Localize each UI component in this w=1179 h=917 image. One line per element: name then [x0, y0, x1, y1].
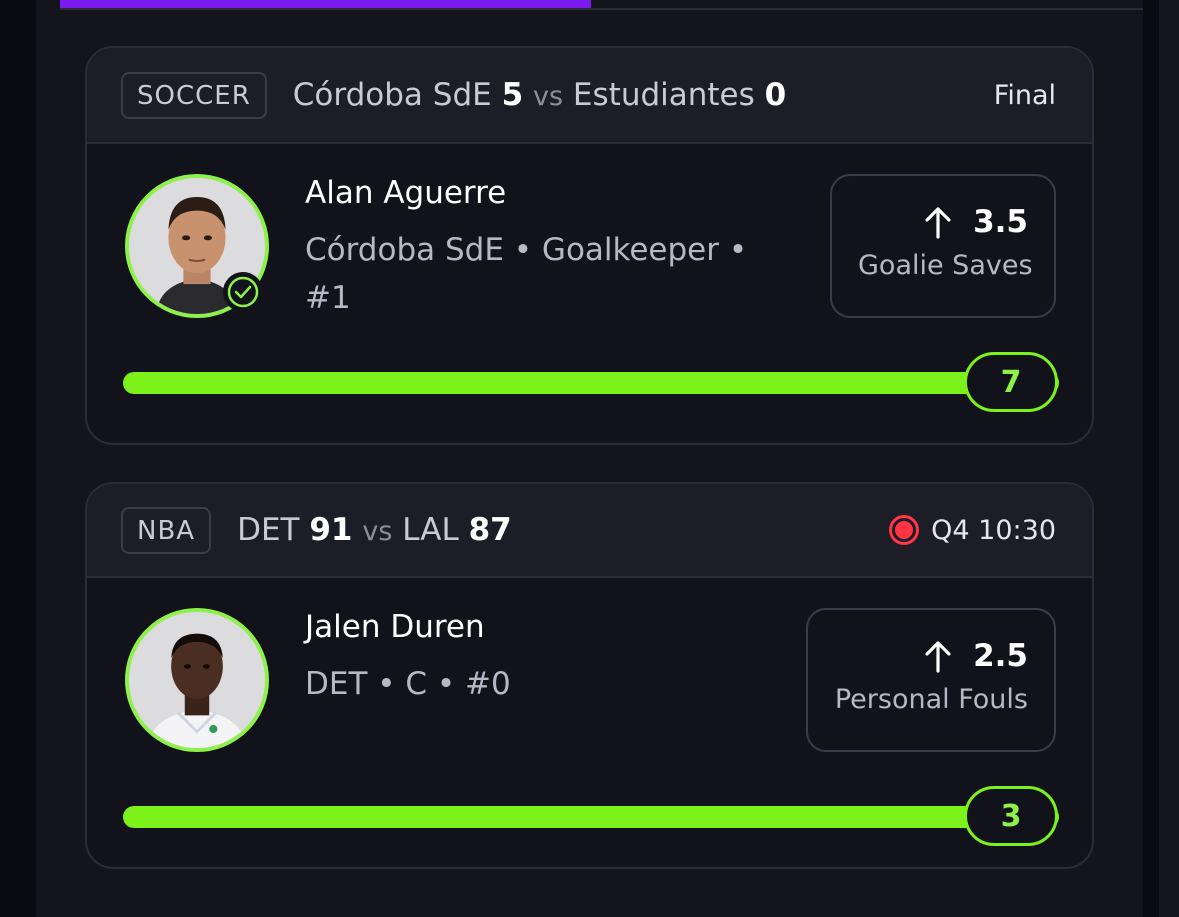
vs-label: vs [362, 516, 393, 547]
prop-line: 2.5 [834, 638, 1028, 674]
sport-badge: SOCCER [121, 71, 267, 119]
stat-progress-track [123, 372, 1059, 394]
team-b-name: Estudiantes [572, 77, 755, 113]
prop-stat-label: Personal Fouls [834, 684, 1028, 715]
matchup: DET 91 vs LAL 87 [237, 512, 512, 548]
stat-progress-fill [123, 372, 1059, 394]
game-status: Final [994, 80, 1056, 111]
status-text: Q4 10:30 [931, 514, 1056, 546]
prop-line: 3.5 [858, 204, 1028, 240]
player-body: Alan Aguerre Córdoba SdE • Goalkeeper • … [87, 144, 1092, 443]
team-b-score: 87 [468, 512, 512, 548]
pick-card[interactable]: NBA DET 91 vs LAL 87 Q4 10:30 Jalen Dure… [85, 482, 1094, 869]
player-name: Jalen Duren [305, 609, 485, 645]
app-screen: SOCCER Córdoba SdE 5 vs Estudiantes 0 Fi… [0, 0, 1179, 917]
game-header: SOCCER Córdoba SdE 5 vs Estudiantes 0 Fi… [87, 48, 1092, 144]
pick-card[interactable]: SOCCER Córdoba SdE 5 vs Estudiantes 0 Fi… [85, 46, 1094, 445]
team-a-name: Córdoba SdE [292, 77, 492, 113]
prop-line-value: 3.5 [973, 204, 1028, 240]
player-meta: Córdoba SdE • Goalkeeper • #1 [305, 232, 748, 316]
arrow-up-icon [925, 207, 951, 239]
game-status: Q4 10:30 [889, 515, 1056, 546]
status-text: Final [993, 79, 1056, 111]
stat-count-badge: 7 [964, 352, 1058, 412]
left-gutter [0, 0, 36, 917]
game-header: NBA DET 91 vs LAL 87 Q4 10:30 [87, 484, 1092, 578]
team-a-name: DET [237, 512, 300, 548]
player-info: Alan Aguerre Córdoba SdE • Goalkeeper • … [305, 174, 785, 322]
player-name: Alan Aguerre [305, 175, 507, 211]
team-b-name: LAL [402, 512, 459, 548]
prop-line-value: 2.5 [973, 638, 1028, 674]
verified-badge [223, 272, 263, 312]
check-circle-icon [227, 276, 259, 308]
prop-line-box[interactable]: 2.5 Personal Fouls [806, 608, 1056, 752]
player-photo [129, 612, 265, 748]
stat-progress-fill [123, 806, 1059, 828]
top-progress-track [60, 8, 1143, 10]
prop-line-box[interactable]: 3.5 Goalie Saves [830, 174, 1056, 318]
team-b-score: 0 [764, 77, 787, 113]
prop-stat-label: Goalie Saves [858, 250, 1033, 281]
player-meta: DET • C • #0 [305, 666, 511, 702]
top-progress-fill [60, 0, 591, 8]
avatar[interactable] [125, 608, 269, 752]
right-panel-edge [1159, 0, 1179, 917]
arrow-up-icon [925, 641, 951, 673]
stat-count-badge: 3 [964, 786, 1058, 846]
sport-badge: NBA [121, 506, 212, 554]
stat-progress-track [123, 806, 1059, 828]
vs-label: vs [533, 81, 564, 112]
player-info: Jalen Duren DET • C • #0 [305, 608, 785, 708]
live-indicator-icon [889, 515, 920, 545]
right-divider [1143, 0, 1159, 917]
team-a-score: 91 [309, 512, 353, 548]
player-body: Jalen Duren DET • C • #0 2.5 Personal Fo… [87, 578, 1092, 867]
team-a-score: 5 [501, 77, 524, 113]
matchup: Córdoba SdE 5 vs Estudiantes 0 [293, 77, 786, 113]
